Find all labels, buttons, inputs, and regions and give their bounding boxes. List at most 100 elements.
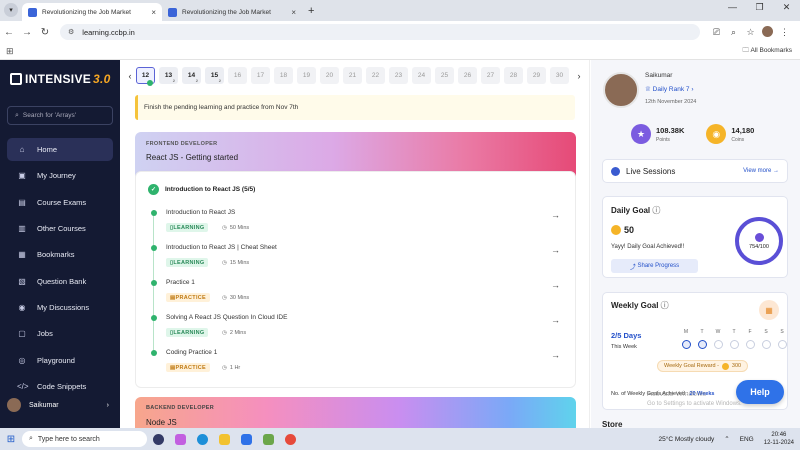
sidebar-item-my-journey[interactable]: ▣ My Journey xyxy=(7,164,113,187)
sidebar-item-playground[interactable]: ◎ Playground xyxy=(7,348,113,371)
edge-icon[interactable] xyxy=(191,431,213,447)
discussion-icon: ◉ xyxy=(18,302,26,312)
arrow-right-icon[interactable]: → xyxy=(551,245,560,255)
day-chip[interactable]: 19 xyxy=(297,67,316,84)
day-chip[interactable]: 27 xyxy=(481,67,500,84)
chrome-icon[interactable] xyxy=(279,431,301,447)
reload-icon[interactable]: ↻ xyxy=(36,27,54,38)
day-chip[interactable]: 15 2 xyxy=(205,67,224,84)
sidebar-item-course-exams[interactable]: ▤ Course Exams xyxy=(7,191,113,214)
list-item[interactable]: Introduction to React JS | Cheat Sheet ▯ … xyxy=(148,244,566,276)
day-chip[interactable]: 23 xyxy=(389,67,408,84)
sidebar-user[interactable]: Saikumar › xyxy=(7,398,113,412)
forward-icon[interactable]: → xyxy=(18,27,36,38)
live-sessions-card[interactable]: Live Sessions View more → xyxy=(602,159,788,183)
list-item[interactable]: Coding Practice 1 ▤ PRACTICE ◷ 1 Hr → xyxy=(148,349,566,381)
tab-search-button[interactable]: ▾ xyxy=(4,3,18,17)
day-chip[interactable]: 17 xyxy=(251,67,270,84)
day-chip[interactable]: 22 xyxy=(366,67,385,84)
sidebar-item-my-discussions[interactable]: ◉ My Discussions xyxy=(7,296,113,319)
day-chip[interactable]: 25 xyxy=(435,67,454,84)
day-chip[interactable]: 26 xyxy=(458,67,477,84)
mail-icon[interactable] xyxy=(235,431,257,447)
sidebar-item-label: Question Bank xyxy=(37,276,87,286)
sidebar-item-home[interactable]: ⌂ Home xyxy=(7,138,113,162)
all-bookmarks-button[interactable]: 🗀 All Bookmarks xyxy=(743,46,793,57)
url-field[interactable]: ⚙ learning.ccbp.in xyxy=(60,24,700,40)
arrow-right-icon[interactable]: → xyxy=(551,210,560,220)
day-chip[interactable]: 30 xyxy=(550,67,569,84)
tray-chevron-icon[interactable]: ⌃ xyxy=(724,435,729,443)
item-duration: ◷ 30 Mins xyxy=(222,295,249,301)
share-progress-label: Share Progress xyxy=(637,263,680,269)
view-more-link[interactable]: View more → xyxy=(743,168,779,174)
day-chip[interactable]: 21 xyxy=(343,67,362,84)
apps-grid-icon[interactable]: ⊞ xyxy=(6,46,14,57)
day-number: 23 xyxy=(394,72,403,79)
info-icon[interactable]: ⓘ xyxy=(661,301,669,310)
bookmark-star-icon[interactable]: ☆ xyxy=(742,27,759,38)
day-chip[interactable]: 18 xyxy=(274,67,293,84)
snipping-tool-icon[interactable] xyxy=(257,431,279,447)
calendar-icon[interactable]: ▦ xyxy=(759,300,779,320)
close-tab-icon[interactable]: × xyxy=(291,8,296,17)
install-app-icon[interactable]: ⎚ xyxy=(708,27,725,38)
star-icon xyxy=(754,232,764,242)
sidebar-item-code-snippets[interactable]: </> Code Snippets xyxy=(7,375,113,398)
day-chip[interactable]: 20 xyxy=(320,67,339,84)
share-progress-button[interactable]: ⤴ Share Progress xyxy=(611,259,698,273)
watermark-line-1: Activate Windows xyxy=(647,389,707,398)
avatar[interactable] xyxy=(603,72,639,108)
day-chip[interactable]: 16 xyxy=(228,67,247,84)
arrow-right-icon[interactable]: → xyxy=(551,350,560,360)
file-explorer-icon[interactable] xyxy=(213,431,235,447)
profile-avatar-icon[interactable] xyxy=(759,25,776,39)
week-tracker: MTWTFSS xyxy=(678,329,790,349)
taskbar-search[interactable]: ⌕ Type here to search xyxy=(22,431,147,447)
info-icon[interactable]: ⓘ xyxy=(652,206,660,215)
windows-start-icon[interactable]: ⊞ xyxy=(0,434,22,445)
day-chip[interactable]: 13 2 xyxy=(159,67,178,84)
sidebar-item-other-courses[interactable]: ▥ Other Courses xyxy=(7,217,113,240)
browser-tab-2[interactable]: Revolutionizing the Job Market × xyxy=(162,3,302,21)
search-input[interactable]: ⌕ Search for 'Arrays' xyxy=(7,106,113,125)
day-chip[interactable]: 24 xyxy=(412,67,431,84)
daily-rank: Daily Rank 7 xyxy=(652,86,690,93)
maximize-icon[interactable]: ❐ xyxy=(746,2,773,13)
zoom-icon[interactable]: ⌕ xyxy=(725,27,742,38)
day-chip[interactable]: 14 2 xyxy=(182,67,201,84)
sidebar-item-question-bank[interactable]: ▧ Question Bank xyxy=(7,269,113,292)
app-logo[interactable]: INTENSIVE 3.0 xyxy=(10,72,111,86)
language-indicator[interactable]: ENG xyxy=(740,436,754,443)
list-item[interactable]: Practice 1 ▤ PRACTICE ◷ 30 Mins → xyxy=(148,279,566,311)
browser-menu-icon[interactable]: ⋮ xyxy=(776,27,793,38)
day-chip[interactable]: 12 xyxy=(136,67,155,86)
copilot-icon[interactable] xyxy=(169,431,191,447)
help-button[interactable]: Help xyxy=(736,380,784,404)
arrow-right-icon[interactable]: → xyxy=(551,280,560,290)
weekday-label: F xyxy=(748,329,752,335)
close-window-icon[interactable]: ✕ xyxy=(773,2,800,13)
site-info-icon[interactable]: ⚙ xyxy=(68,28,74,36)
chevron-right-icon[interactable]: › xyxy=(573,71,585,81)
sidebar-item-bookmarks[interactable]: ▦ Bookmarks xyxy=(7,243,113,266)
daily-rank-link[interactable]: ♕ Daily Rank 7 › xyxy=(645,85,696,93)
arrow-right-icon[interactable]: → xyxy=(551,315,560,325)
widget-icon[interactable] xyxy=(147,431,169,447)
day-chip[interactable]: 29 xyxy=(527,67,546,84)
sidebar-item-jobs[interactable]: ▢ Jobs xyxy=(7,322,113,345)
weather-status[interactable]: 25°C Mostly cloudy xyxy=(658,436,714,443)
browser-tab-1[interactable]: Revolutionizing the Job Market × xyxy=(22,3,162,21)
item-type-badge: ▯ LEARNING xyxy=(166,328,209,337)
close-tab-icon[interactable]: × xyxy=(151,8,156,17)
clock[interactable]: 20:46 12-11-2024 xyxy=(764,431,794,447)
clock-time: 20:46 xyxy=(771,432,787,438)
back-icon[interactable]: ← xyxy=(0,27,18,38)
minimize-icon[interactable]: — xyxy=(719,2,746,13)
chevron-left-icon[interactable]: ‹ xyxy=(124,71,136,81)
day-chip[interactable]: 28 xyxy=(504,67,523,84)
day-number: 22 xyxy=(371,72,380,79)
list-item[interactable]: Solving A React JS Question In Cloud IDE… xyxy=(148,314,566,346)
new-tab-button[interactable]: + xyxy=(308,5,314,17)
list-item[interactable]: Introduction to React JS ▯ LEARNING ◷ 50 M… xyxy=(148,209,566,241)
